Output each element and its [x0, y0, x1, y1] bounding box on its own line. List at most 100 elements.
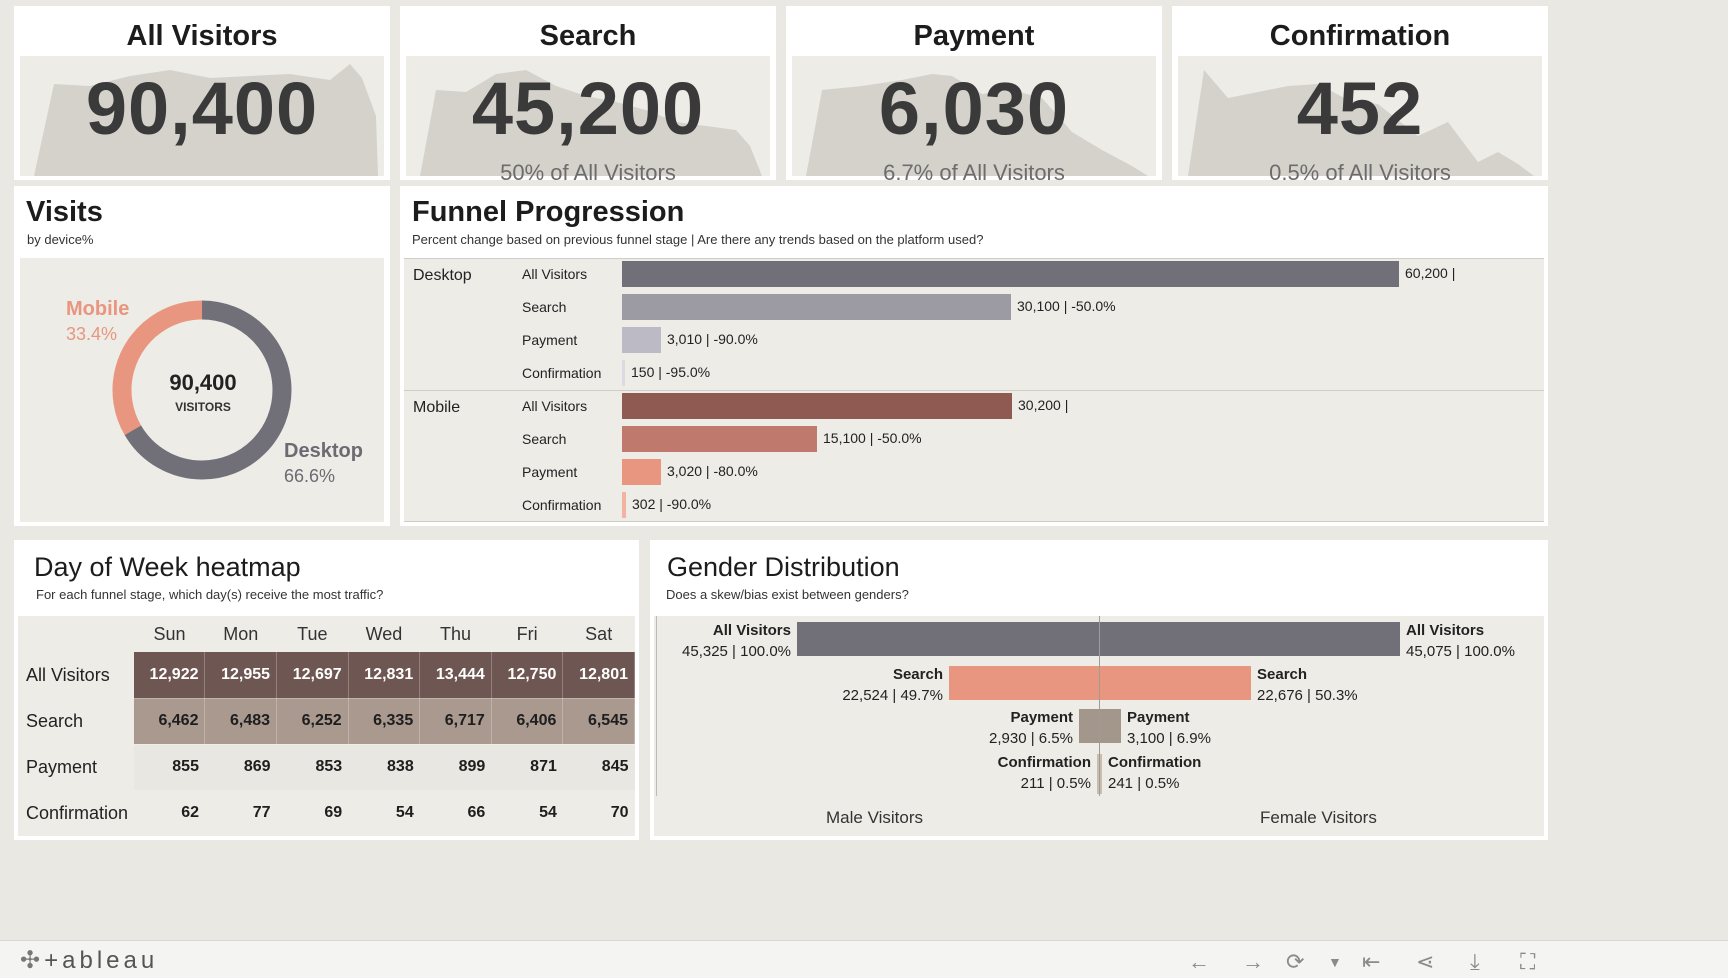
revert-icon[interactable]: ⟳ — [1286, 949, 1304, 975]
heatmap-cell[interactable]: 13,444 — [419, 652, 492, 699]
undo-icon[interactable]: ← — [1188, 949, 1210, 975]
heatmap-cell[interactable]: 77 — [204, 790, 277, 836]
gender-stage-name: All Visitors — [712, 622, 791, 639]
heatmap-cell[interactable]: 62 — [134, 790, 205, 836]
gender-bar-male[interactable] — [949, 666, 1099, 700]
gender-stage-name: All Visitors — [1406, 622, 1485, 639]
gender-stage-name: Search — [1257, 666, 1308, 683]
heatmap-cell[interactable]: 54 — [348, 790, 420, 836]
heatmap-title: Day of Week heatmap — [34, 552, 301, 582]
male-axis-label: Male Visitors — [826, 808, 923, 827]
gender-bar-female[interactable] — [1100, 666, 1251, 700]
heatmap-cell[interactable]: 855 — [134, 744, 205, 790]
gender-bar-female[interactable] — [1100, 709, 1121, 743]
heatmap-cell[interactable]: 12,801 — [562, 652, 635, 699]
gender-female-label: Search 22,676 | 50.3% — [1257, 664, 1358, 706]
tableau-logo[interactable]: ✣+ableau — [20, 946, 158, 975]
day-header: Mon — [223, 623, 259, 644]
funnel-stage-label: All Visitors — [522, 398, 588, 414]
heatmap-row: All Visitors 12,922 12,955 12,697 12,831 13,4… — [18, 652, 635, 699]
heatmap-row-label: All Visitors — [26, 664, 110, 685]
gender-male-value: 2,930 | 6.5% — [989, 730, 1073, 747]
funnel-bar[interactable] — [622, 393, 1012, 419]
gender-bar-female[interactable] — [1100, 622, 1400, 656]
kpi-chart-area: 452 0.5% of All Visitors — [1178, 56, 1542, 185]
gender-bar-male[interactable] — [797, 622, 1099, 656]
heatmap-cell[interactable]: 869 — [204, 744, 277, 790]
tableau-logo-icon: ✣ — [20, 947, 45, 974]
heatmap-cell[interactable]: 6,335 — [348, 698, 421, 745]
heatmap-cell[interactable]: 6,483 — [204, 698, 278, 745]
funnel-bar[interactable] — [622, 426, 817, 452]
gender-male-label: All Visitors 45,325 | 100.0% — [682, 620, 791, 662]
heatmap-cell[interactable]: 12,750 — [491, 652, 564, 699]
download-icon[interactable]: ⤓ — [1470, 949, 1480, 975]
funnel-bar[interactable] — [622, 459, 661, 485]
heatmap-cell[interactable]: 6,462 — [134, 698, 206, 745]
desktop-label: Desktop — [284, 440, 363, 462]
share-icon[interactable]: ⋖ — [1416, 949, 1434, 975]
heatmap-row-label: Search — [26, 710, 84, 731]
heatmap-cell[interactable]: 871 — [491, 744, 563, 790]
heatmap-cell[interactable]: 69 — [276, 790, 349, 836]
reset-icon[interactable]: ⇤ — [1362, 949, 1380, 975]
funnel-bar[interactable] — [622, 294, 1011, 320]
gender-female-value: 241 | 0.5% — [1108, 775, 1180, 792]
heatmap-cell[interactable]: 70 — [562, 790, 635, 836]
heatmap-area: Sun Mon Tue Wed Thu Fri Sat All Visitors… — [18, 616, 635, 836]
gender-stage-name: Search — [892, 666, 943, 683]
donut-center-label: VISITORS — [175, 400, 231, 414]
heatmap-cell[interactable]: 853 — [276, 744, 349, 790]
funnel-value-label: 302 | -90.0% — [632, 496, 712, 512]
day-header: Sun — [153, 623, 186, 644]
gender-left-axis-line — [656, 616, 657, 796]
heatmap-cell[interactable]: 845 — [562, 744, 635, 790]
gender-male-label: Confirmation 211 | 0.5% — [998, 752, 1091, 794]
heatmap-cell[interactable]: 12,831 — [348, 652, 421, 699]
gender-male-value: 22,524 | 49.7% — [842, 687, 943, 704]
kpi-card-search[interactable]: Search 45,200 50% of All Visitors — [400, 6, 776, 185]
funnel-value-label: 15,100 | -50.0% — [823, 430, 922, 446]
heatmap-cell[interactable]: 12,922 — [134, 652, 206, 699]
heatmap-cell[interactable]: 6,717 — [419, 698, 492, 745]
heatmap-cell[interactable]: 12,697 — [276, 652, 349, 699]
heatmap-cell[interactable]: 66 — [419, 790, 492, 836]
kpi-value: 45,200 — [471, 67, 705, 150]
funnel-stage-label: Confirmation — [522, 365, 602, 381]
heatmap-subtitle: For each funnel stage, which day(s) rece… — [36, 587, 384, 602]
heatmap-cell[interactable]: 899 — [419, 744, 492, 790]
chevron-down-icon[interactable]: ▼ — [1328, 954, 1342, 970]
funnel-bar[interactable] — [622, 360, 625, 386]
kpi-subtext: 50% of All Visitors — [500, 160, 676, 185]
funnel-bar[interactable] — [622, 261, 1399, 287]
gender-bar-female[interactable] — [1100, 754, 1102, 794]
kpi-card-confirmation[interactable]: Confirmation 452 0.5% of All Visitors — [1172, 6, 1548, 185]
heatmap-cell[interactable]: 54 — [491, 790, 563, 836]
day-header: Wed — [365, 623, 403, 644]
gender-bar-male[interactable] — [1079, 709, 1099, 743]
funnel-bar[interactable] — [622, 492, 626, 518]
donut-center-value: 90,400 — [169, 370, 237, 395]
kpi-card-payment[interactable]: Payment 6,030 6.7% of All Visitors — [786, 6, 1162, 185]
funnel-bar[interactable] — [622, 327, 661, 353]
redo-icon[interactable]: → — [1242, 949, 1264, 975]
gender-bar-male[interactable] — [1097, 754, 1099, 794]
day-header: Sat — [585, 623, 613, 644]
kpi-card-all-visitors[interactable]: All Visitors 90,400 — [14, 6, 390, 180]
kpi-value: 90,400 — [85, 67, 319, 150]
visits-title: Visits — [26, 196, 103, 228]
funnel-stage-label: Search — [522, 299, 567, 315]
heatmap-cell[interactable]: 6,252 — [276, 698, 349, 745]
funnel-value-label: 150 | -95.0% — [631, 364, 711, 380]
funnel-title: Funnel Progression — [412, 196, 685, 228]
platform-label-mobile: Mobile — [413, 399, 461, 416]
kpi-title: All Visitors — [126, 20, 278, 52]
heatmap-cell[interactable]: 838 — [348, 744, 420, 790]
heatmap-cell[interactable]: 6,545 — [562, 698, 635, 745]
heatmap-cell[interactable]: 6,406 — [491, 698, 564, 745]
heatmap-row: Search 6,462 6,483 6,252 6,335 6,717 6,406 6,54… — [18, 698, 635, 745]
fullscreen-icon[interactable]: ⛶ — [1520, 949, 1535, 975]
funnel-value-label: 60,200 | — [1405, 265, 1456, 281]
heatmap-cell[interactable]: 12,955 — [204, 652, 278, 699]
funnel-group-divider — [404, 521, 1544, 522]
